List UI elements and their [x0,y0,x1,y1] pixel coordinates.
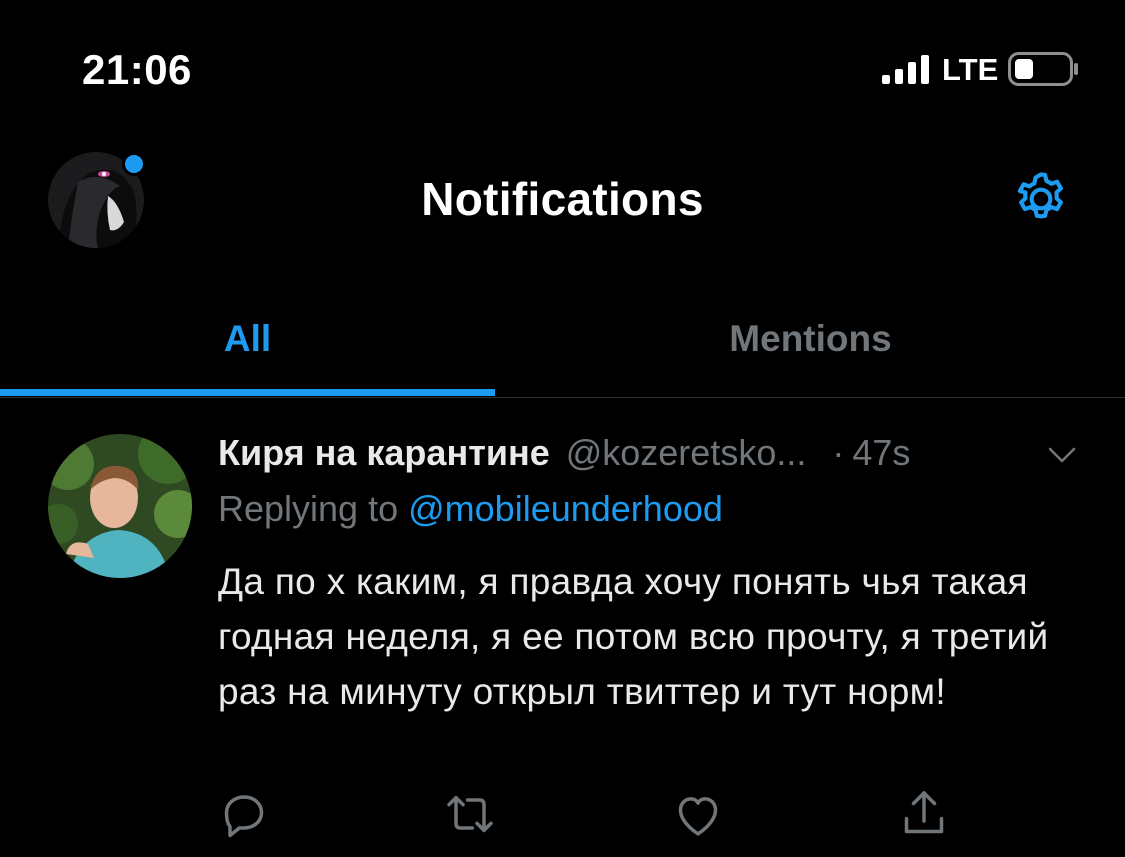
tweet-timestamp: 47s [852,432,911,473]
tweet-text: Да по х каким, я правда хочу понять чья … [218,561,1049,712]
status-time: 21:06 [82,46,192,93]
reply-icon[interactable] [216,786,272,842]
like-icon[interactable] [670,786,726,842]
chevron-down-icon[interactable] [1044,440,1080,470]
page-title: Notifications [421,173,704,225]
gear-icon[interactable] [1010,168,1072,230]
tab-mentions[interactable]: Mentions [563,280,1058,397]
tweet-header: Киря на карантине @kozeretsko... · 47s [218,430,910,476]
author-handle[interactable]: @kozeretsko... [566,432,807,474]
signal-icon [882,55,929,84]
dot-separator: · [832,432,845,473]
battery-icon [1008,52,1078,86]
replying-mention-link[interactable]: @mobileunderhood [408,488,723,529]
retweet-icon[interactable] [442,786,498,842]
user-avatar[interactable] [48,434,192,578]
network-label: LTE [942,52,999,87]
status-bar: 21:06 LTE [0,0,1125,130]
replying-to-line: Replying to @mobileunderhood [218,488,723,530]
tab-bar: All Mentions [0,280,1125,398]
replying-prefix: Replying to [218,488,399,529]
tab-all[interactable]: All [0,280,495,397]
author-name[interactable]: Киря на карантине [218,432,550,474]
tweet-actions [216,786,976,846]
tab-active-indicator [0,389,495,396]
share-icon[interactable] [896,786,952,842]
